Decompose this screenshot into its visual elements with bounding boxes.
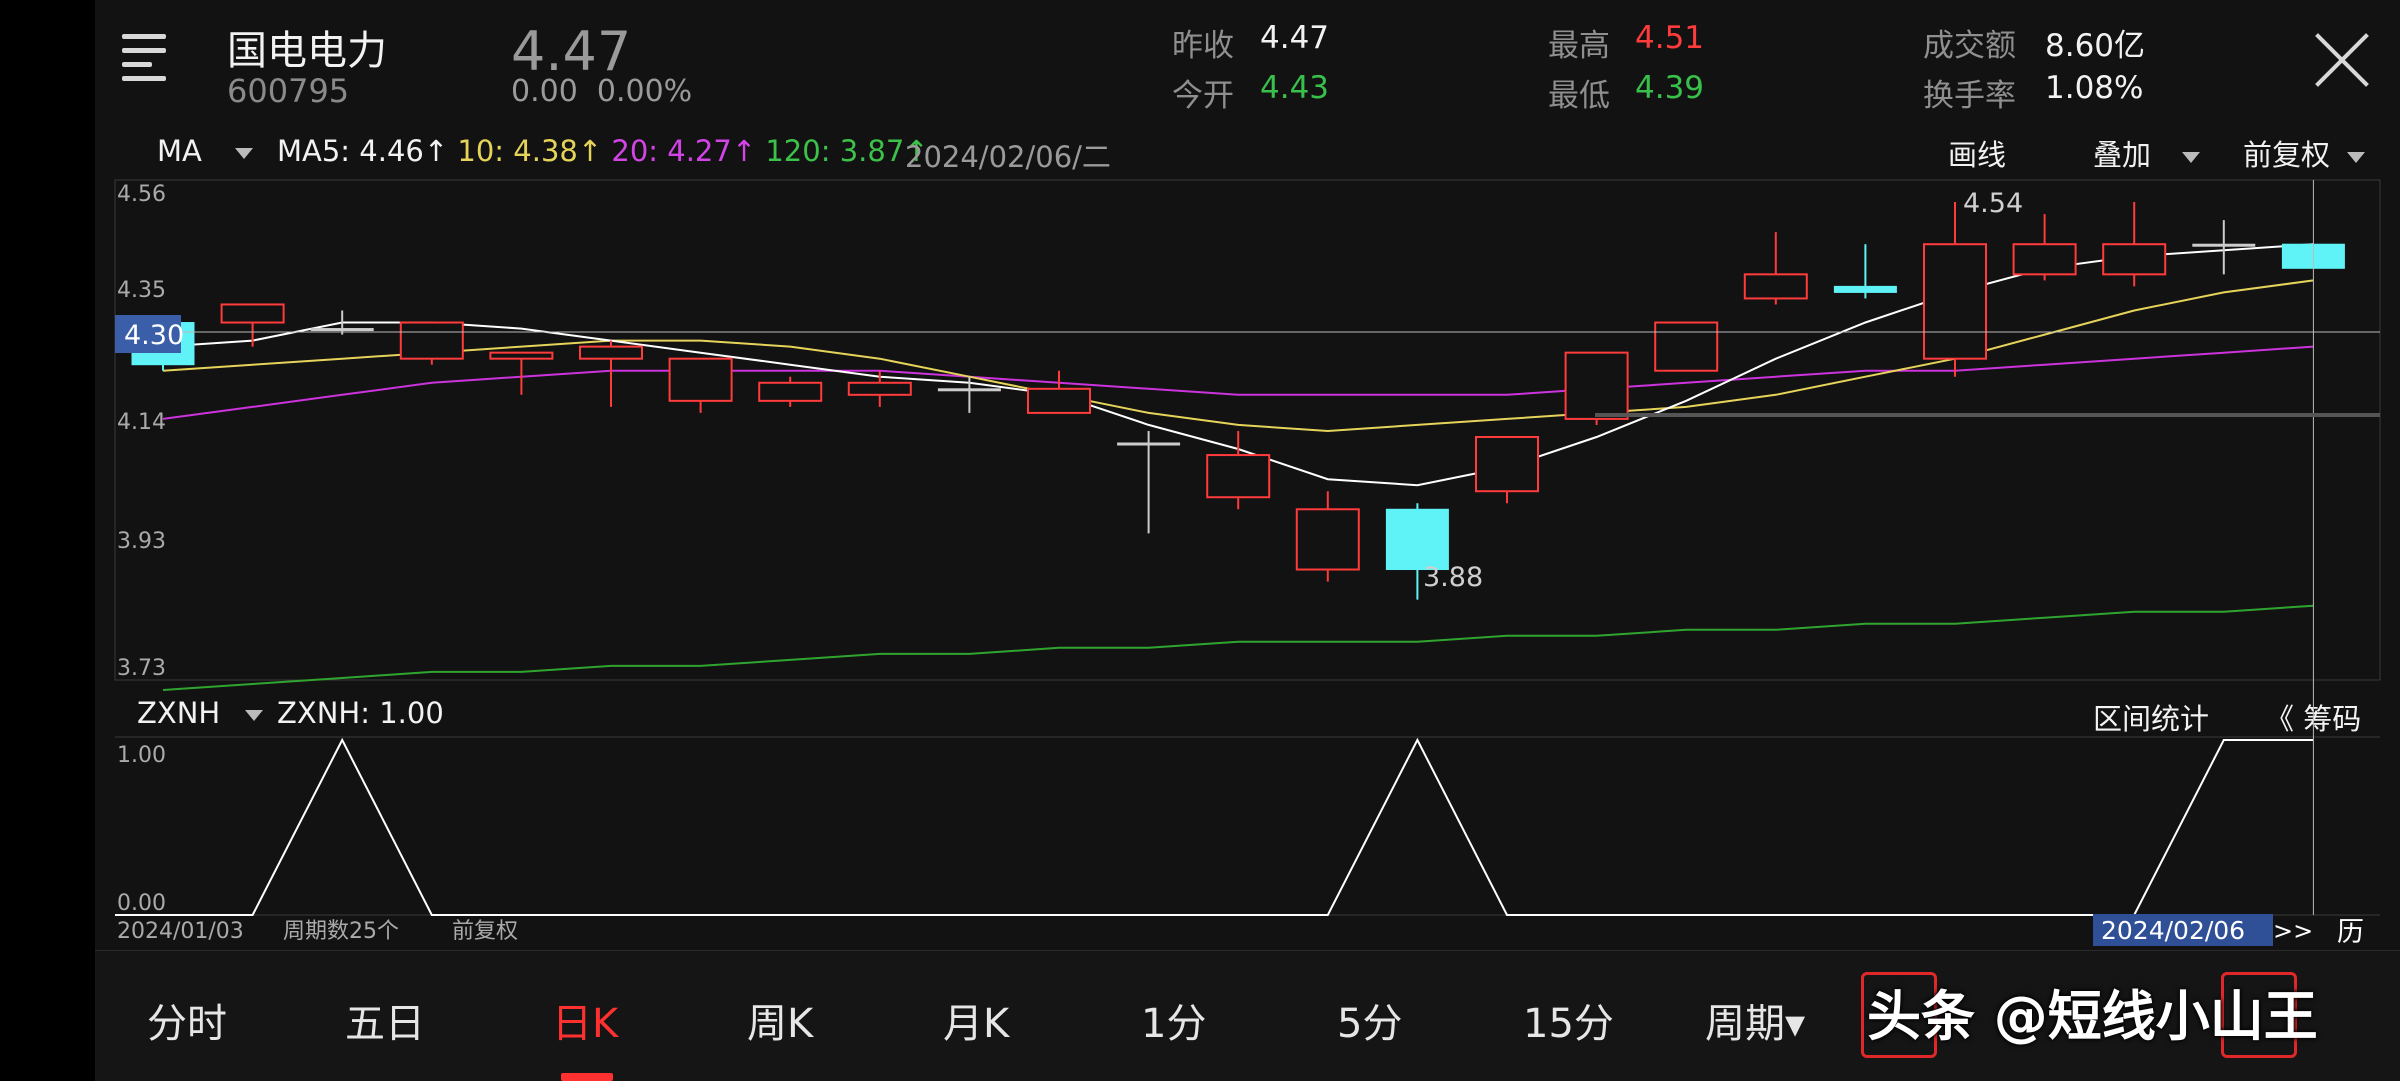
- sub-y-tick-0: 1.00: [117, 743, 166, 768]
- tab-monthly-k[interactable]: 月K: [943, 991, 1009, 1049]
- footer-adjust: 前复权: [452, 919, 518, 944]
- kline-chart[interactable]: 4.56 4.35 4.14 3.93 3.73 4.30 4.54 3.88 …: [95, 0, 2400, 950]
- y-tick-4: 3.73: [117, 656, 166, 681]
- candle-body-up: [1027, 387, 1091, 414]
- candle-body-flat: [310, 328, 374, 332]
- zxnh-line: [115, 737, 2314, 916]
- candle-body-up: [2012, 243, 2077, 276]
- footer-periods: 周期数25个: [283, 919, 399, 944]
- zxnh-chart: [115, 737, 2314, 916]
- candle-body-up: [2102, 243, 2167, 276]
- candle-body-up: [1295, 508, 1360, 571]
- footer-start-date: 2024/01/03: [117, 919, 244, 944]
- y-tick-2: 4.14: [117, 410, 166, 435]
- cursor-date-arrow: >>: [2273, 917, 2313, 945]
- y-tick-1: 4.35: [117, 278, 166, 303]
- y-tick-0: 4.56: [117, 182, 166, 207]
- chart-labels: 4.56 4.35 4.14 3.93 3.73 4.30 4.54 3.88 …: [115, 182, 2364, 948]
- candle-body-up: [668, 357, 733, 402]
- candle-body-flat: [1117, 442, 1181, 446]
- candle-body-up: [489, 351, 554, 360]
- candle-body-up: [1475, 435, 1539, 493]
- candle-body-up: [220, 303, 285, 324]
- tab-5min[interactable]: 5分: [1337, 991, 1402, 1049]
- cursor-price-label: 4.30: [124, 320, 184, 351]
- tab-period-more[interactable]: 周期▾: [1705, 991, 1805, 1049]
- candle-body-flat: [937, 388, 1001, 392]
- candle-body-down: [1833, 285, 1897, 293]
- candle-body-down: [1385, 508, 1449, 571]
- candle-body-up: [758, 381, 823, 402]
- tab-five-day[interactable]: 五日: [345, 991, 425, 1049]
- cursor-date-label: 2024/02/06: [2101, 916, 2245, 945]
- low-price-label: 3.88: [1423, 562, 1483, 593]
- tab-15min[interactable]: 15分: [1523, 991, 1614, 1049]
- watermark-text: 头条 @短线小山王: [1867, 985, 2318, 1048]
- high-price-label: 4.54: [1963, 188, 2023, 219]
- sub-y-tick-1: 0.00: [117, 891, 166, 916]
- ma20-line: [162, 345, 2314, 420]
- crosshair: [115, 180, 2380, 915]
- candle-body-up: [1206, 454, 1271, 499]
- candle-body-up: [399, 321, 464, 360]
- candlesticks: [131, 202, 2345, 600]
- candle-body-up: [579, 345, 643, 360]
- candle-body-flat: [2192, 243, 2256, 247]
- tab-1min[interactable]: 1分: [1141, 991, 1206, 1049]
- kline-screen: 国电电力 600795 4.47 0.00 0.00% 昨收 4.47 今开 4…: [95, 0, 2400, 1081]
- history-label[interactable]: 历: [2337, 917, 2364, 948]
- candle-body-up: [847, 381, 912, 396]
- ma10-line: [162, 279, 2314, 433]
- tab-weekly-k[interactable]: 周K: [747, 991, 813, 1049]
- ma120-line: [162, 604, 2314, 691]
- tab-timeshare[interactable]: 分时: [147, 991, 227, 1049]
- candle-body-up: [1654, 321, 1719, 372]
- tab-daily-k[interactable]: 日K: [552, 991, 618, 1049]
- candle-body-up: [1564, 351, 1629, 420]
- candle-body-up: [1923, 243, 1987, 360]
- chart-grid: [114, 179, 2381, 916]
- candle-body-up: [1743, 273, 1808, 300]
- y-tick-3: 3.93: [117, 529, 166, 554]
